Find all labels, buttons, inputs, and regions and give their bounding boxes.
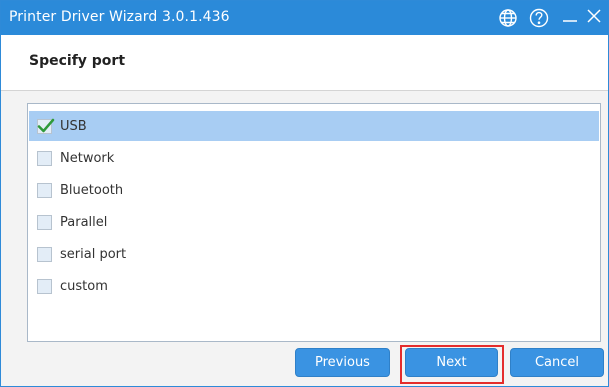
- custom-checkbox[interactable]: [37, 278, 52, 294]
- help-icon[interactable]: [528, 7, 550, 29]
- port-option-parallel[interactable]: Parallel: [29, 207, 599, 237]
- wizard-window: Printer Driver Wizard 3.0.1.436 Specify …: [0, 0, 609, 387]
- port-label: Bluetooth: [60, 182, 124, 198]
- wizard-body: USB Network Bluetooth Parallel serial po…: [1, 91, 608, 386]
- globe-icon[interactable]: [497, 7, 519, 29]
- serial-port-checkbox[interactable]: [37, 246, 52, 262]
- port-label: custom: [60, 278, 108, 294]
- bluetooth-checkbox[interactable]: [37, 182, 52, 198]
- minimize-icon[interactable]: [559, 5, 581, 27]
- port-label: Network: [60, 150, 115, 166]
- close-icon[interactable]: [583, 5, 605, 27]
- port-option-network[interactable]: Network: [29, 143, 599, 173]
- port-option-usb[interactable]: USB: [29, 111, 599, 141]
- parallel-checkbox[interactable]: [37, 214, 52, 230]
- usb-checkbox[interactable]: [37, 118, 55, 134]
- port-option-custom[interactable]: custom: [29, 271, 599, 301]
- network-checkbox[interactable]: [37, 150, 52, 166]
- port-option-serial[interactable]: serial port: [29, 239, 599, 269]
- port-option-bluetooth[interactable]: Bluetooth: [29, 175, 599, 205]
- port-label: USB: [60, 118, 87, 134]
- window-title: Printer Driver Wizard 3.0.1.436: [9, 9, 230, 25]
- cancel-button[interactable]: Cancel: [510, 348, 604, 377]
- port-label: Parallel: [60, 214, 108, 230]
- title-bar: Printer Driver Wizard 3.0.1.436: [1, 1, 608, 35]
- port-label: serial port: [60, 246, 127, 262]
- checkmark-icon: [37, 118, 55, 132]
- next-button[interactable]: Next: [405, 348, 498, 377]
- previous-button[interactable]: Previous: [295, 348, 390, 377]
- page-title: Specify port: [29, 53, 126, 69]
- port-list: USB Network Bluetooth Parallel serial po…: [27, 103, 601, 342]
- page-header: Specify port: [1, 35, 608, 91]
